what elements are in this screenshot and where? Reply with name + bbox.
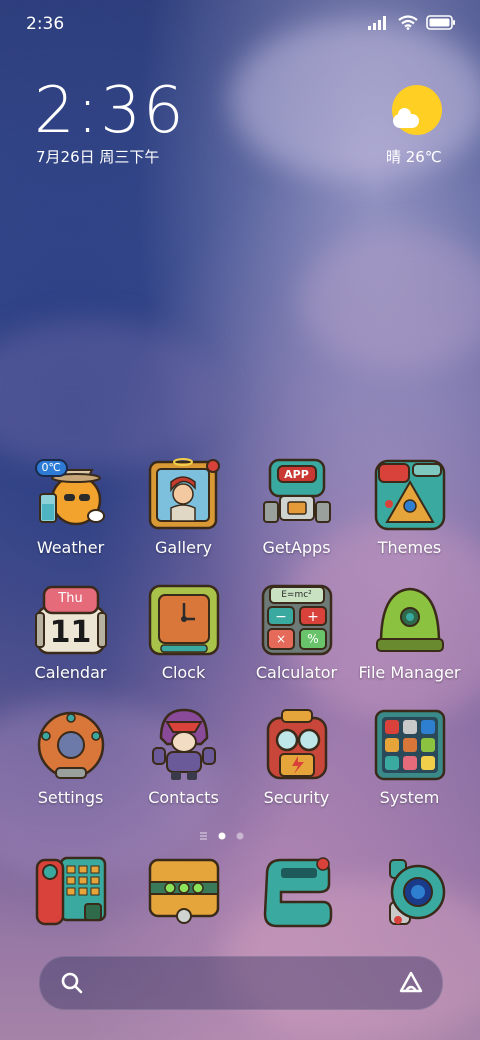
page-dot [236, 832, 244, 840]
clock-icon [147, 583, 221, 657]
search-icon[interactable] [60, 971, 84, 995]
battery-icon [426, 15, 455, 30]
app-settings[interactable]: Settings [14, 708, 127, 818]
svg-text:%: % [307, 632, 318, 646]
browser-icon [259, 854, 335, 930]
calendar-day-name: Thu [58, 591, 83, 606]
security-icon [260, 708, 334, 782]
messages-icon [146, 854, 222, 930]
app-label: System [379, 788, 440, 807]
calendar-day-number: 11 [49, 615, 92, 650]
app-label: File Manager [358, 663, 461, 682]
calendar-icon: Thu 11 [34, 583, 108, 657]
dock-phone[interactable] [14, 854, 127, 934]
app-label: Themes [377, 538, 442, 557]
svg-text:−: − [275, 609, 287, 625]
app-security[interactable]: Security [240, 708, 353, 818]
themes-icon [373, 458, 447, 532]
wifi-icon [398, 15, 418, 30]
signal-icon [368, 15, 386, 30]
weather-icon: 0℃ [34, 458, 108, 532]
contacts-icon [147, 708, 221, 782]
app-clock[interactable]: Clock [127, 583, 240, 693]
app-system-folder[interactable]: System [353, 708, 466, 818]
page-indicator[interactable] [0, 828, 480, 842]
search-bar[interactable] [39, 956, 443, 1010]
app-label: Calculator [255, 663, 338, 682]
app-label: Calendar [34, 663, 107, 682]
file-manager-icon [373, 583, 447, 657]
assistant-icon[interactable] [398, 970, 424, 996]
app-label: Contacts [148, 788, 219, 807]
app-label: GetApps [262, 538, 331, 557]
app-label: Weather [36, 538, 105, 557]
app-file-manager[interactable]: File Manager [353, 583, 466, 693]
app-contacts[interactable]: Contacts [127, 708, 240, 818]
app-calendar[interactable]: Thu 11 Calendar [14, 583, 127, 693]
app-gallery[interactable]: Gallery [127, 458, 240, 568]
status-time: 2:36 [26, 14, 65, 34]
calculator-icon: × % + − E=mc² [260, 583, 334, 657]
dock-messages[interactable] [127, 854, 240, 934]
svg-text:×: × [275, 632, 285, 646]
clock-widget-date: 7月26日 周三下午 [36, 148, 160, 166]
page-list-icon [200, 832, 207, 840]
status-bar: 2:36 [0, 0, 480, 50]
phone-icon [33, 854, 109, 930]
calculator-screen-text: E=mc² [281, 590, 312, 600]
app-calculator[interactable]: × % + − E=mc² Calculator [240, 583, 353, 693]
dock-browser[interactable] [240, 854, 353, 934]
getapps-icon: APP [260, 458, 334, 532]
app-label: Settings [37, 788, 104, 807]
clock-widget-time[interactable]: 2:36 [34, 74, 186, 148]
app-label: Gallery [155, 538, 212, 557]
dock-camera[interactable] [353, 854, 466, 934]
settings-icon [34, 708, 108, 782]
page-dot-active [218, 832, 226, 840]
getapps-badge: APP [284, 468, 309, 481]
camera-icon [372, 854, 448, 930]
app-themes[interactable]: Themes [353, 458, 466, 568]
app-label: Security [263, 788, 330, 807]
system-folder-icon [373, 708, 447, 782]
svg-text:+: + [307, 609, 319, 625]
weather-badge: 0℃ [34, 459, 68, 477]
weather-summary: 晴 26℃ [386, 148, 442, 166]
app-label: Clock [161, 663, 206, 682]
app-getapps[interactable]: APP GetApps [240, 458, 353, 568]
gallery-icon [147, 458, 221, 532]
app-weather[interactable]: 0℃ Weather [14, 458, 127, 568]
